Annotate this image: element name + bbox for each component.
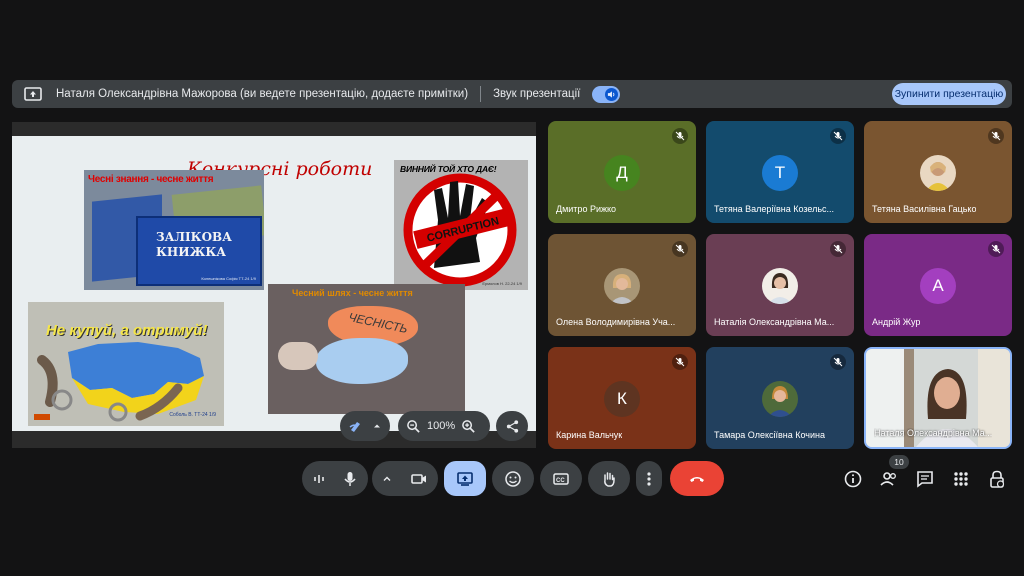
mic-off-icon bbox=[672, 241, 688, 257]
participant-name: Тетяна Валеріївна Козельс... bbox=[714, 204, 835, 214]
participant-tile[interactable]: Тамара Олексіївна Кочина bbox=[706, 347, 854, 449]
share-icon bbox=[506, 419, 518, 433]
leave-call-button[interactable] bbox=[670, 461, 724, 496]
mic-off-icon bbox=[672, 354, 688, 370]
hang-up-icon bbox=[690, 476, 704, 482]
artwork-caption: Чесні знання - чесне життя bbox=[88, 174, 214, 185]
svg-text:CC: CC bbox=[556, 478, 565, 484]
avatar: Т bbox=[762, 155, 798, 191]
participant-tile[interactable]: К Карина Вальчук bbox=[548, 347, 696, 449]
participant-tile-self[interactable]: Наталя Олександрівна Ма... bbox=[864, 347, 1012, 449]
artwork-corruption: ВИННИЙ ТОЙ ХТО ДАЄ! CORRUPTION Ермолов Н… bbox=[394, 160, 528, 290]
camera-button[interactable] bbox=[400, 461, 438, 496]
people-count-badge: 10 bbox=[889, 455, 909, 469]
artwork-honest-path: ЧЕСНІСТЬ Чесний шлях - чесне життя bbox=[268, 284, 465, 414]
raise-hand-button[interactable] bbox=[588, 461, 630, 496]
present-now-button[interactable] bbox=[444, 461, 486, 496]
avatar bbox=[920, 155, 956, 191]
reactions-button[interactable] bbox=[492, 461, 534, 496]
record-book-text: ЗАЛІКОВА КНИЖКА bbox=[156, 230, 232, 259]
audio-level-icon bbox=[314, 474, 324, 483]
shared-presentation: Конкурсні роботи ЗАЛІКОВА КНИЖКА Колешні… bbox=[12, 122, 536, 448]
avatar bbox=[762, 381, 798, 417]
chevron-up-icon bbox=[383, 476, 391, 481]
artwork-author: Соболь В. ТТ-24 1/9 bbox=[169, 412, 216, 418]
pen-icon[interactable] bbox=[348, 418, 364, 434]
presentation-sound-label: Звук презентації bbox=[493, 88, 581, 100]
captions-icon: CC bbox=[553, 472, 569, 485]
participant-name: Олена Володимирівна Уча... bbox=[556, 317, 676, 327]
emoji-icon bbox=[505, 470, 521, 487]
presenter-status-text: Наталя Олександрівна Мажорова (ви ведете… bbox=[56, 88, 469, 100]
participant-name: Андрій Жур bbox=[872, 317, 921, 327]
slide-canvas: Конкурсні роботи ЗАЛІКОВА КНИЖКА Колешні… bbox=[12, 136, 536, 431]
volume-icon bbox=[605, 87, 619, 101]
activities-icon[interactable] bbox=[951, 469, 971, 489]
artwork-record-book: ЗАЛІКОВА КНИЖКА Колешнікова Софія ТТ-24 … bbox=[84, 170, 264, 290]
avatar bbox=[604, 268, 640, 304]
presentation-sound-toggle[interactable] bbox=[592, 85, 621, 103]
stop-presenting-button[interactable]: Зупинити презентацію bbox=[892, 83, 1006, 105]
artwork-caption: Не купуй, а отримуй! bbox=[46, 322, 208, 339]
share-button[interactable] bbox=[496, 411, 528, 441]
participant-name: Тетяна Василівна Гацько bbox=[872, 204, 977, 214]
participant-name: Карина Вальчук bbox=[556, 430, 623, 440]
artwork-slogan: ВИННИЙ ТОЙ ХТО ДАЄ! bbox=[400, 164, 497, 174]
host-controls-icon[interactable] bbox=[987, 469, 1007, 489]
mic-off-icon bbox=[830, 128, 846, 144]
artwork-caption: Чесний шлях - чесне життя bbox=[292, 288, 413, 298]
mic-off-icon bbox=[830, 354, 846, 370]
microphone-button[interactable] bbox=[332, 461, 368, 496]
microphone-icon bbox=[344, 471, 356, 486]
participant-tile[interactable]: Тетяна Василівна Гацько bbox=[864, 121, 1012, 223]
artwork-author: Колешнікова Софія ТТ-24 1/9 bbox=[201, 276, 256, 281]
artwork-author: Ермолов Н. 22-24 1/9 bbox=[482, 281, 522, 286]
avatar: А bbox=[920, 268, 956, 304]
presentation-banner: Наталя Олександрівна Мажорова (ви ведете… bbox=[12, 80, 1012, 108]
mic-off-icon bbox=[830, 241, 846, 257]
participant-tile[interactable]: Наталія Олександрівна Ма... bbox=[706, 234, 854, 336]
participant-name: Наталя Олександрівна Ма... bbox=[874, 428, 993, 438]
banner-divider bbox=[480, 86, 482, 102]
more-vert-icon bbox=[647, 471, 651, 486]
logo-tag bbox=[34, 414, 50, 420]
audio-level-button[interactable] bbox=[302, 461, 336, 496]
more-options-button[interactable] bbox=[636, 461, 662, 496]
camera-options-button[interactable] bbox=[372, 461, 402, 496]
avatar bbox=[762, 268, 798, 304]
present-screen-icon bbox=[457, 471, 473, 486]
avatar: К bbox=[604, 381, 640, 417]
people-icon[interactable] bbox=[879, 469, 899, 489]
mic-off-icon bbox=[672, 128, 688, 144]
participant-tile[interactable]: Олена Володимирівна Уча... bbox=[548, 234, 696, 336]
caret-up-icon[interactable] bbox=[372, 421, 382, 431]
record-book-image: ЗАЛІКОВА КНИЖКА Колешнікова Софія ТТ-24 … bbox=[136, 216, 262, 286]
zoom-in-icon[interactable] bbox=[461, 419, 476, 434]
captions-button[interactable]: CC bbox=[540, 461, 582, 496]
avatar: Д bbox=[604, 155, 640, 191]
blue-cloud-image bbox=[316, 338, 408, 384]
hand-image bbox=[278, 342, 318, 370]
annotate-control[interactable] bbox=[340, 411, 390, 441]
ukraine-map-image bbox=[37, 342, 204, 422]
participant-name: Наталія Олександрівна Ма... bbox=[714, 317, 835, 327]
mic-off-icon bbox=[988, 241, 1004, 257]
camera-icon bbox=[411, 473, 426, 484]
artwork-ukraine-map: Не купуй, а отримуй! Соболь В. ТТ-24 1/9 bbox=[28, 302, 224, 426]
chat-icon[interactable] bbox=[915, 469, 935, 489]
participant-tile[interactable]: Т Тетяна Валеріївна Козельс... bbox=[706, 121, 854, 223]
mic-off-icon bbox=[988, 128, 1004, 144]
present-screen-icon bbox=[24, 87, 42, 101]
zoom-out-icon[interactable] bbox=[406, 419, 421, 434]
participant-tile[interactable]: Д Дмитро Рижко bbox=[548, 121, 696, 223]
hand-icon bbox=[604, 471, 615, 487]
participant-name: Тамара Олексіївна Кочина bbox=[714, 430, 825, 440]
zoom-level: 100% bbox=[427, 420, 456, 432]
zoom-control: 100% bbox=[398, 411, 490, 441]
info-icon[interactable] bbox=[843, 469, 863, 489]
participant-tile[interactable]: А Андрій Жур bbox=[864, 234, 1012, 336]
participant-name: Дмитро Рижко bbox=[556, 204, 617, 214]
